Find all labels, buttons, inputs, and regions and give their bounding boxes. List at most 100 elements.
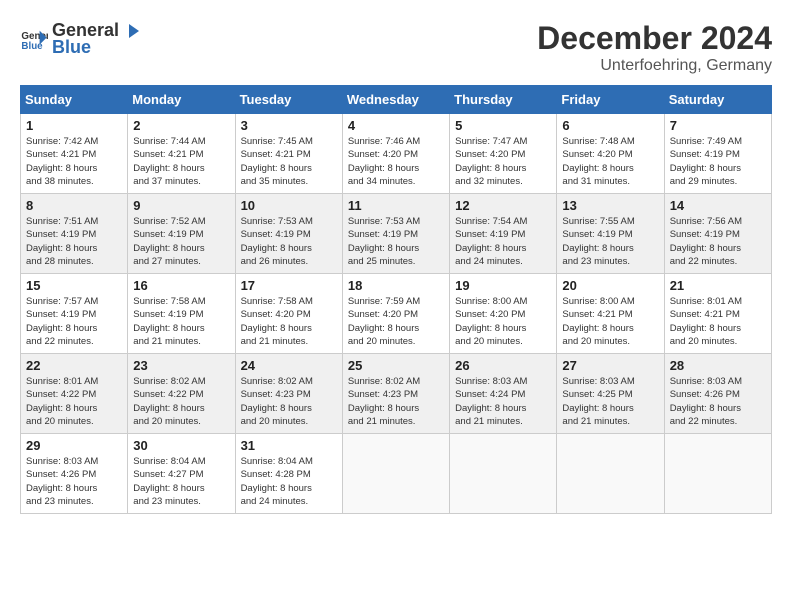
col-friday: Friday (557, 86, 664, 114)
day-number: 15 (26, 278, 122, 293)
day-info: Sunrise: 7:55 AMSunset: 4:19 PMDaylight:… (562, 216, 634, 267)
day-number: 27 (562, 358, 658, 373)
day-cell-26: 26 Sunrise: 8:03 AMSunset: 4:24 PMDayligh… (450, 354, 557, 434)
day-cell-25: 25Sunrise: 8:02 AMSunset: 4:23 PMDayligh… (342, 354, 449, 434)
day-number: 6 (562, 118, 658, 133)
day-number: 19 (455, 278, 551, 293)
day-info: Sunrise: 7:52 AMSunset: 4:19 PMDaylight:… (133, 216, 205, 267)
col-monday: Monday (128, 86, 235, 114)
day-cell-15: 15 Sunrise: 7:57 AMSunset: 4:19 PMDayligh… (21, 274, 128, 354)
day-info: Sunrise: 7:44 AMSunset: 4:21 PMDaylight:… (133, 136, 205, 187)
day-number: 25 (348, 358, 444, 373)
logo-icon: General Blue (20, 25, 48, 53)
day-info: Sunrise: 8:02 AMSunset: 4:23 PMDaylight:… (241, 376, 313, 427)
day-info: Sunrise: 7:42 AMSunset: 4:21 PMDaylight:… (26, 136, 98, 187)
day-info: Sunrise: 7:47 AMSunset: 4:20 PMDaylight:… (455, 136, 527, 187)
day-info: Sunrise: 8:03 AMSunset: 4:26 PMDaylight:… (26, 456, 98, 507)
day-cell-14: 14 Sunrise: 7:56 AMSunset: 4:19 PMDayligh… (664, 194, 771, 274)
col-tuesday: Tuesday (235, 86, 342, 114)
calendar-week-4: 22 Sunrise: 8:01 AMSunset: 4:22 PMDayligh… (21, 354, 772, 434)
calendar-header-row: Sunday Monday Tuesday Wednesday Thursday… (21, 86, 772, 114)
day-info: Sunrise: 7:51 AMSunset: 4:19 PMDaylight:… (26, 216, 98, 267)
day-cell-21: 21 Sunrise: 8:01 AMSunset: 4:21 PMDayligh… (664, 274, 771, 354)
day-info: Sunrise: 7:54 AMSunset: 4:19 PMDaylight:… (455, 216, 527, 267)
day-info: Sunrise: 8:03 AMSunset: 4:24 PMDaylight:… (455, 376, 527, 427)
col-thursday: Thursday (450, 86, 557, 114)
day-number: 3 (241, 118, 337, 133)
day-info: Sunrise: 8:00 AMSunset: 4:21 PMDaylight:… (562, 296, 634, 347)
day-number: 5 (455, 118, 551, 133)
day-cell-9: 9 Sunrise: 7:52 AMSunset: 4:19 PMDaylight… (128, 194, 235, 274)
day-number: 21 (670, 278, 766, 293)
day-number: 20 (562, 278, 658, 293)
day-number: 30 (133, 438, 229, 453)
day-info: Sunrise: 7:59 AMSunset: 4:20 PMDaylight:… (348, 296, 420, 347)
location-title: Unterfoehring, Germany (537, 57, 772, 75)
day-info: Sunrise: 7:53 AMSunset: 4:19 PMDaylight:… (348, 216, 420, 267)
day-number: 13 (562, 198, 658, 213)
day-cell-18: 18 Sunrise: 7:59 AMSunset: 4:20 PMDayligh… (342, 274, 449, 354)
col-sunday: Sunday (21, 86, 128, 114)
day-cell-27: 27Sunrise: 8:03 AMSunset: 4:25 PMDayligh… (557, 354, 664, 434)
day-info: Sunrise: 8:01 AMSunset: 4:22 PMDaylight:… (26, 376, 98, 427)
calendar-week-2: 8Sunrise: 7:51 AMSunset: 4:19 PMDaylight… (21, 194, 772, 274)
day-cell-12: 12 Sunrise: 7:54 AMSunset: 4:19 PMDayligh… (450, 194, 557, 274)
day-number: 2 (133, 118, 229, 133)
day-cell-2: 2 Sunrise: 7:44 AMSunset: 4:21 PMDaylight… (128, 114, 235, 194)
month-title: December 2024 (537, 20, 772, 57)
logo-arrow-icon (121, 20, 143, 42)
day-number: 17 (241, 278, 337, 293)
day-cell-20: 20 Sunrise: 8:00 AMSunset: 4:21 PMDayligh… (557, 274, 664, 354)
day-cell-empty (450, 434, 557, 514)
day-number: 10 (241, 198, 337, 213)
day-number: 1 (26, 118, 122, 133)
day-info: Sunrise: 7:53 AMSunset: 4:19 PMDaylight:… (241, 216, 313, 267)
day-cell-8: 8Sunrise: 7:51 AMSunset: 4:19 PMDaylight… (21, 194, 128, 274)
day-number: 23 (133, 358, 229, 373)
day-cell-empty (342, 434, 449, 514)
day-number: 14 (670, 198, 766, 213)
col-saturday: Saturday (664, 86, 771, 114)
day-cell-16: 16Sunrise: 7:58 AMSunset: 4:19 PMDayligh… (128, 274, 235, 354)
day-number: 26 (455, 358, 551, 373)
day-cell-1: 1 Sunrise: 7:42 AMSunset: 4:21 PMDaylight… (21, 114, 128, 194)
day-number: 18 (348, 278, 444, 293)
day-cell-24: 24 Sunrise: 8:02 AMSunset: 4:23 PMDayligh… (235, 354, 342, 434)
day-number: 9 (133, 198, 229, 213)
day-number: 11 (348, 198, 444, 213)
day-info: Sunrise: 7:46 AMSunset: 4:20 PMDaylight:… (348, 136, 420, 187)
logo: General Blue General Blue (20, 20, 143, 58)
day-cell-4: 4Sunrise: 7:46 AMSunset: 4:20 PMDaylight… (342, 114, 449, 194)
day-cell-6: 6 Sunrise: 7:48 AMSunset: 4:20 PMDaylight… (557, 114, 664, 194)
day-cell-13: 13 Sunrise: 7:55 AMSunset: 4:19 PMDayligh… (557, 194, 664, 274)
day-cell-23: 23 Sunrise: 8:02 AMSunset: 4:22 PMDayligh… (128, 354, 235, 434)
day-number: 31 (241, 438, 337, 453)
day-number: 24 (241, 358, 337, 373)
day-info: Sunrise: 7:58 AMSunset: 4:20 PMDaylight:… (241, 296, 313, 347)
day-info: Sunrise: 7:49 AMSunset: 4:19 PMDaylight:… (670, 136, 742, 187)
day-info: Sunrise: 8:04 AMSunset: 4:27 PMDaylight:… (133, 456, 205, 507)
day-number: 29 (26, 438, 122, 453)
day-cell-30: 30 Sunrise: 8:04 AMSunset: 4:27 PMDayligh… (128, 434, 235, 514)
day-number: 22 (26, 358, 122, 373)
day-info: Sunrise: 8:03 AMSunset: 4:26 PMDaylight:… (670, 376, 742, 427)
day-number: 12 (455, 198, 551, 213)
col-wednesday: Wednesday (342, 86, 449, 114)
title-section: December 2024 Unterfoehring, Germany (537, 20, 772, 75)
day-cell-5: 5 Sunrise: 7:47 AMSunset: 4:20 PMDaylight… (450, 114, 557, 194)
day-info: Sunrise: 8:00 AMSunset: 4:20 PMDaylight:… (455, 296, 527, 347)
day-cell-3: 3Sunrise: 7:45 AMSunset: 4:21 PMDaylight… (235, 114, 342, 194)
day-info: Sunrise: 7:48 AMSunset: 4:20 PMDaylight:… (562, 136, 634, 187)
day-cell-28: 28Sunrise: 8:03 AMSunset: 4:26 PMDayligh… (664, 354, 771, 434)
day-cell-10: 10 Sunrise: 7:53 AMSunset: 4:19 PMDayligh… (235, 194, 342, 274)
day-info: Sunrise: 8:02 AMSunset: 4:22 PMDaylight:… (133, 376, 205, 427)
day-info: Sunrise: 8:01 AMSunset: 4:21 PMDaylight:… (670, 296, 742, 347)
day-info: Sunrise: 7:56 AMSunset: 4:19 PMDaylight:… (670, 216, 742, 267)
day-cell-7: 7Sunrise: 7:49 AMSunset: 4:19 PMDaylight… (664, 114, 771, 194)
day-info: Sunrise: 7:57 AMSunset: 4:19 PMDaylight:… (26, 296, 98, 347)
header: General Blue General Blue December 2024 … (20, 20, 772, 75)
calendar-week-3: 15 Sunrise: 7:57 AMSunset: 4:19 PMDayligh… (21, 274, 772, 354)
day-cell-empty (557, 434, 664, 514)
day-cell-31: 31Sunrise: 8:04 AMSunset: 4:28 PMDayligh… (235, 434, 342, 514)
page-container: General Blue General Blue December 2024 … (20, 20, 772, 514)
